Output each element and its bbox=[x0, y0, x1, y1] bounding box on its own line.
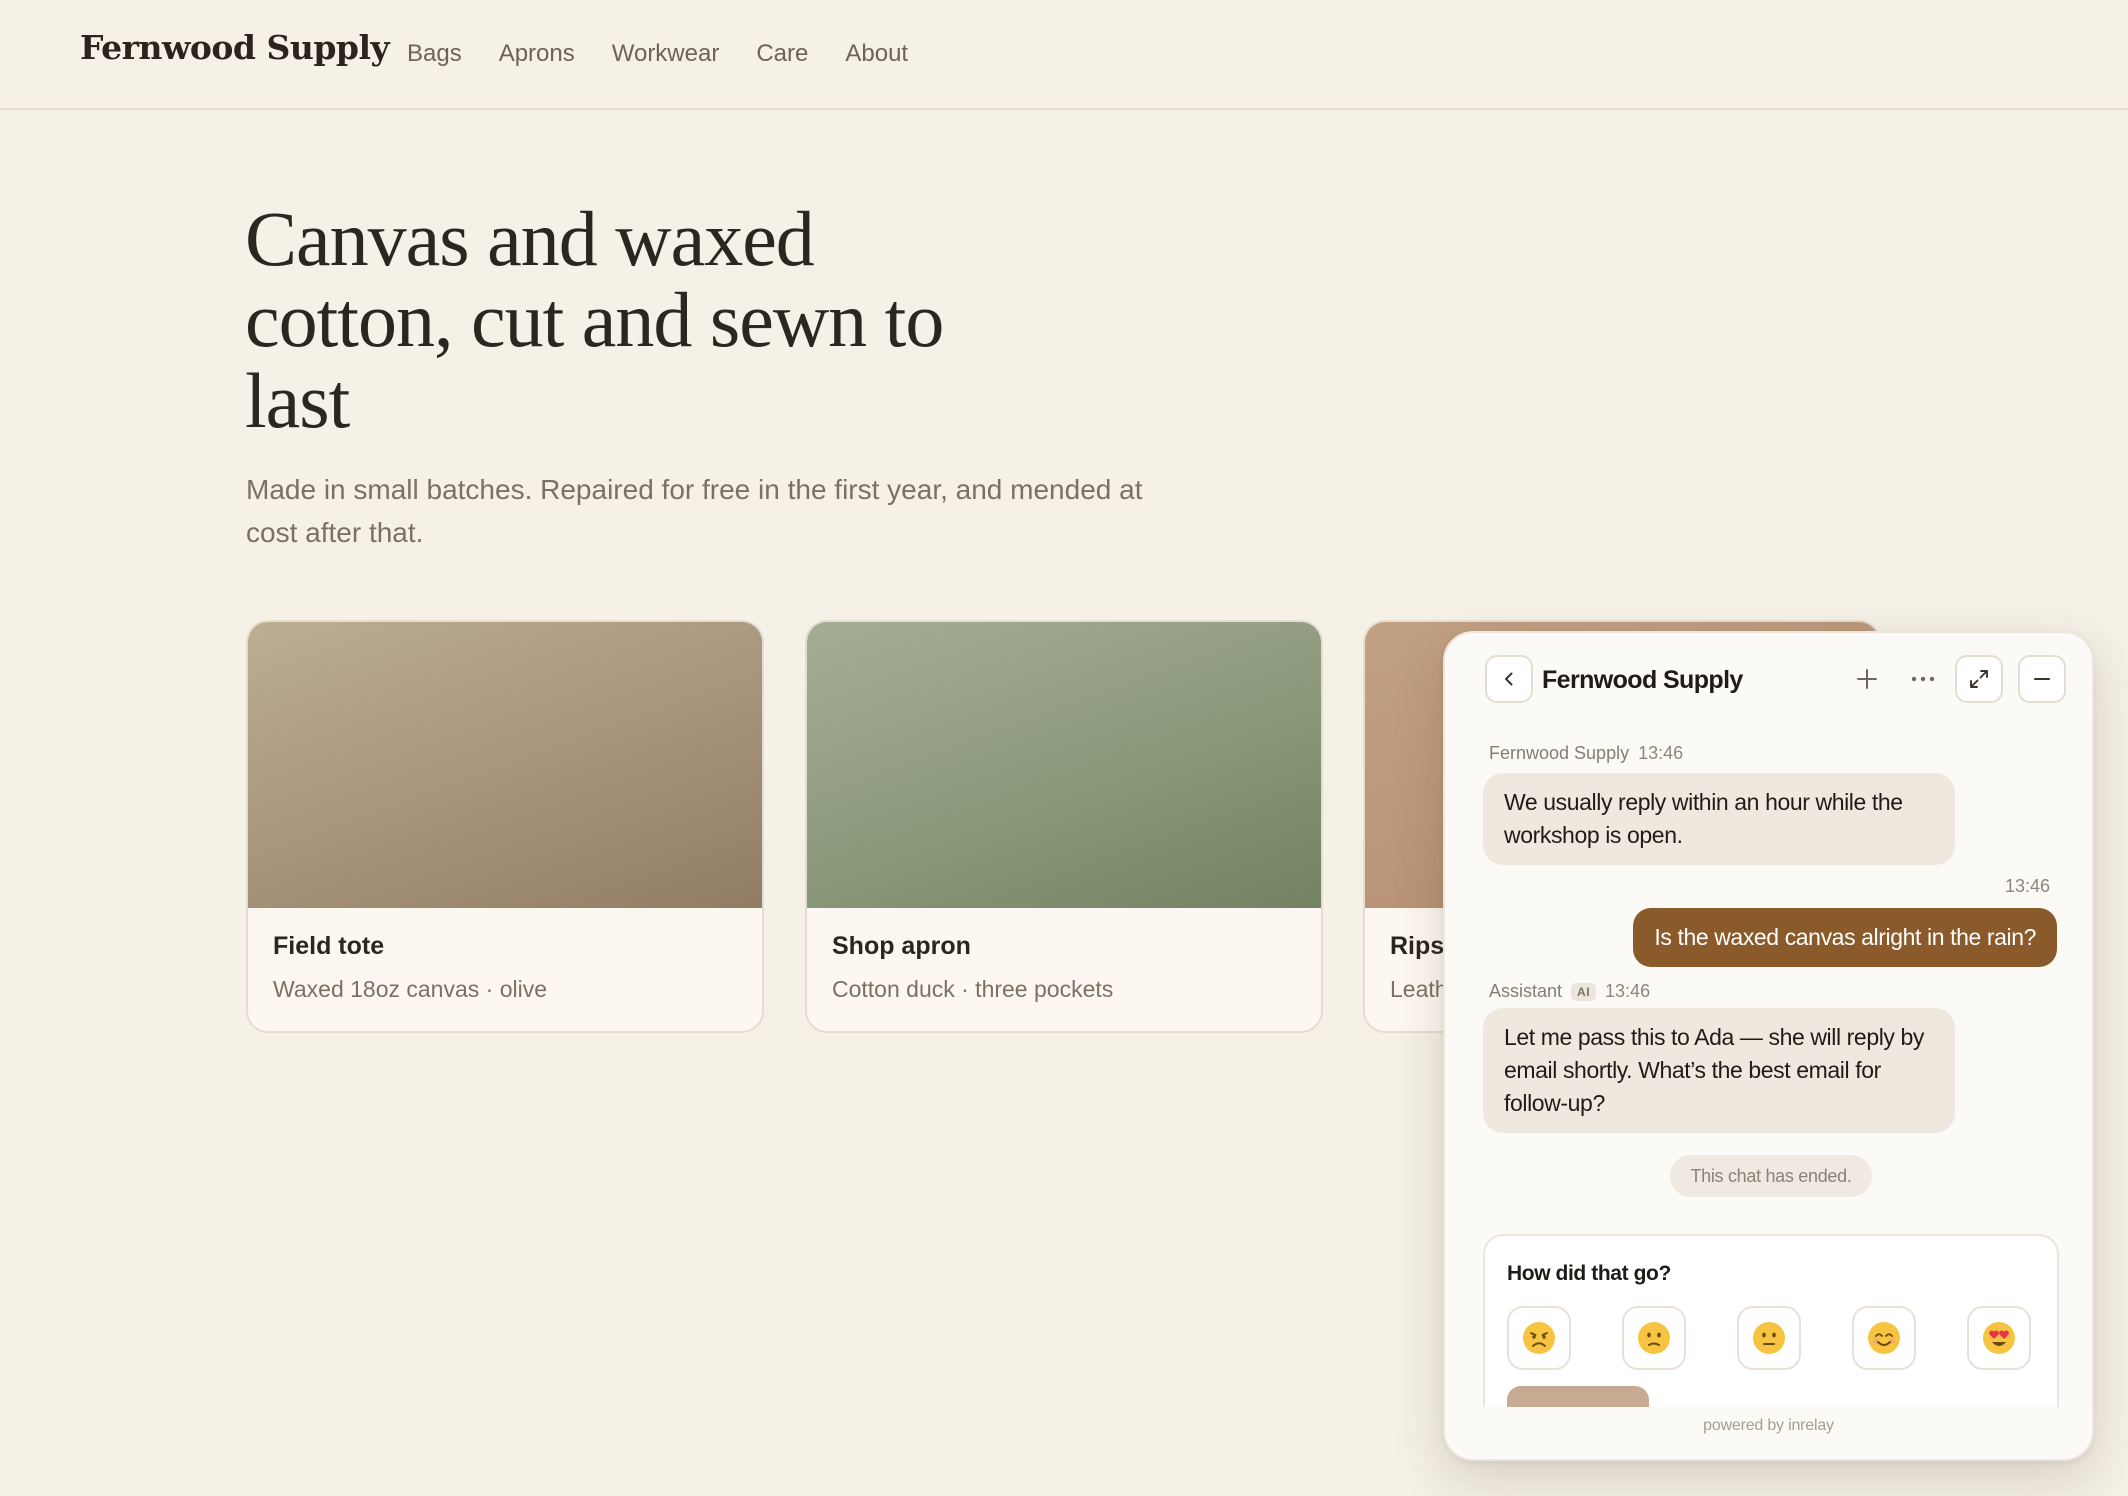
product-description: Leath bbox=[1390, 976, 1448, 1002]
nav-workwear[interactable]: Workwear bbox=[612, 40, 720, 68]
neutral-emoji-button[interactable] bbox=[1737, 1306, 1801, 1370]
message-time: 13:46 bbox=[2004, 876, 2050, 896]
product-card-field-tote[interactable]: Field tote Waxed 18oz canvas · olive bbox=[246, 620, 764, 1033]
slightly-sad-emoji-button[interactable] bbox=[1622, 1306, 1686, 1370]
chat-title: Fernwood Supply bbox=[1542, 666, 1743, 694]
hero-subtitle: Made in small batches. Repaired for free… bbox=[246, 474, 1143, 548]
product-description: Cotton duck · three pockets bbox=[832, 976, 1114, 1002]
neutral-emoji-icon bbox=[1753, 1322, 1785, 1354]
product-card-shop-apron[interactable]: Shop apron Cotton duck · three pockets bbox=[805, 620, 1323, 1033]
slightly-sad-emoji-icon bbox=[1638, 1322, 1670, 1354]
product-name: Field tote bbox=[273, 932, 385, 960]
chat-header: Fernwood Supply bbox=[1445, 633, 2092, 725]
minimize-button[interactable] bbox=[2018, 655, 2066, 703]
user-message: Is the waxed canvas alright in the rain? bbox=[1633, 908, 2057, 967]
expand-button[interactable] bbox=[1955, 655, 2003, 703]
message-meta: Assistant AI 13:46 bbox=[1489, 981, 1650, 1002]
feedback-card: How did that go? bbox=[1483, 1234, 2059, 1434]
product-name: Shop apron bbox=[832, 932, 971, 960]
heart-eyes-emoji-button[interactable] bbox=[1967, 1306, 2031, 1370]
smiling-emoji-icon bbox=[1868, 1322, 1900, 1354]
main-nav: Bags Aprons Workwear Care About bbox=[407, 40, 908, 68]
message-meta: 13:46 bbox=[2005, 876, 2050, 897]
product-name: Rips bbox=[1390, 932, 1445, 960]
expand-icon bbox=[1970, 670, 1988, 688]
agent-message: We usually reply within an hour while th… bbox=[1483, 773, 1955, 865]
sender-name: Fernwood Supply bbox=[1489, 743, 1630, 763]
site-logo[interactable]: Fernwood Supply bbox=[80, 28, 390, 67]
hero-title: Canvas and waxed cotton, cut and sewn to… bbox=[245, 195, 944, 444]
back-button[interactable] bbox=[1485, 655, 1533, 703]
very-sad-emoji-icon bbox=[1523, 1322, 1555, 1354]
minus-icon bbox=[2034, 678, 2050, 680]
nav-care[interactable]: Care bbox=[756, 40, 808, 68]
product-image bbox=[807, 622, 1321, 908]
nav-aprons[interactable]: Aprons bbox=[499, 40, 575, 68]
powered-by[interactable]: powered by inrelay bbox=[1445, 1417, 2092, 1435]
product-description: Waxed 18oz canvas · olive bbox=[273, 976, 548, 1002]
product-image bbox=[248, 622, 762, 908]
sender-name: Assistant bbox=[1489, 981, 1563, 1001]
nav-about[interactable]: About bbox=[845, 40, 908, 68]
chat-widget: Fernwood Supply Fernwood Supply 13:46 We… bbox=[1443, 631, 2094, 1461]
ai-badge: AI bbox=[1571, 982, 1597, 1001]
feedback-question: How did that go? bbox=[1507, 1262, 1671, 1285]
chevron-left-icon bbox=[1505, 672, 1513, 686]
smiling-emoji-button[interactable] bbox=[1852, 1306, 1916, 1370]
nav-bags[interactable]: Bags bbox=[407, 40, 462, 68]
more-options-button[interactable] bbox=[1903, 659, 1943, 699]
assistant-message: Let me pass this to Ada — she will reply… bbox=[1483, 1008, 1955, 1133]
plus-icon bbox=[1857, 669, 1877, 689]
chat-ended-notice: This chat has ended. bbox=[1670, 1155, 1872, 1197]
message-time: 13:46 bbox=[1605, 981, 1651, 1001]
more-icon bbox=[1911, 676, 1935, 682]
site-header: Fernwood Supply Bags Aprons Workwear Car… bbox=[0, 0, 2128, 110]
message-meta: Fernwood Supply 13:46 bbox=[1489, 743, 1683, 764]
new-chat-button[interactable] bbox=[1847, 659, 1887, 699]
message-time: 13:46 bbox=[1638, 743, 1684, 763]
heart-eyes-emoji-icon bbox=[1983, 1322, 2015, 1354]
very-sad-emoji-button[interactable] bbox=[1507, 1306, 1571, 1370]
